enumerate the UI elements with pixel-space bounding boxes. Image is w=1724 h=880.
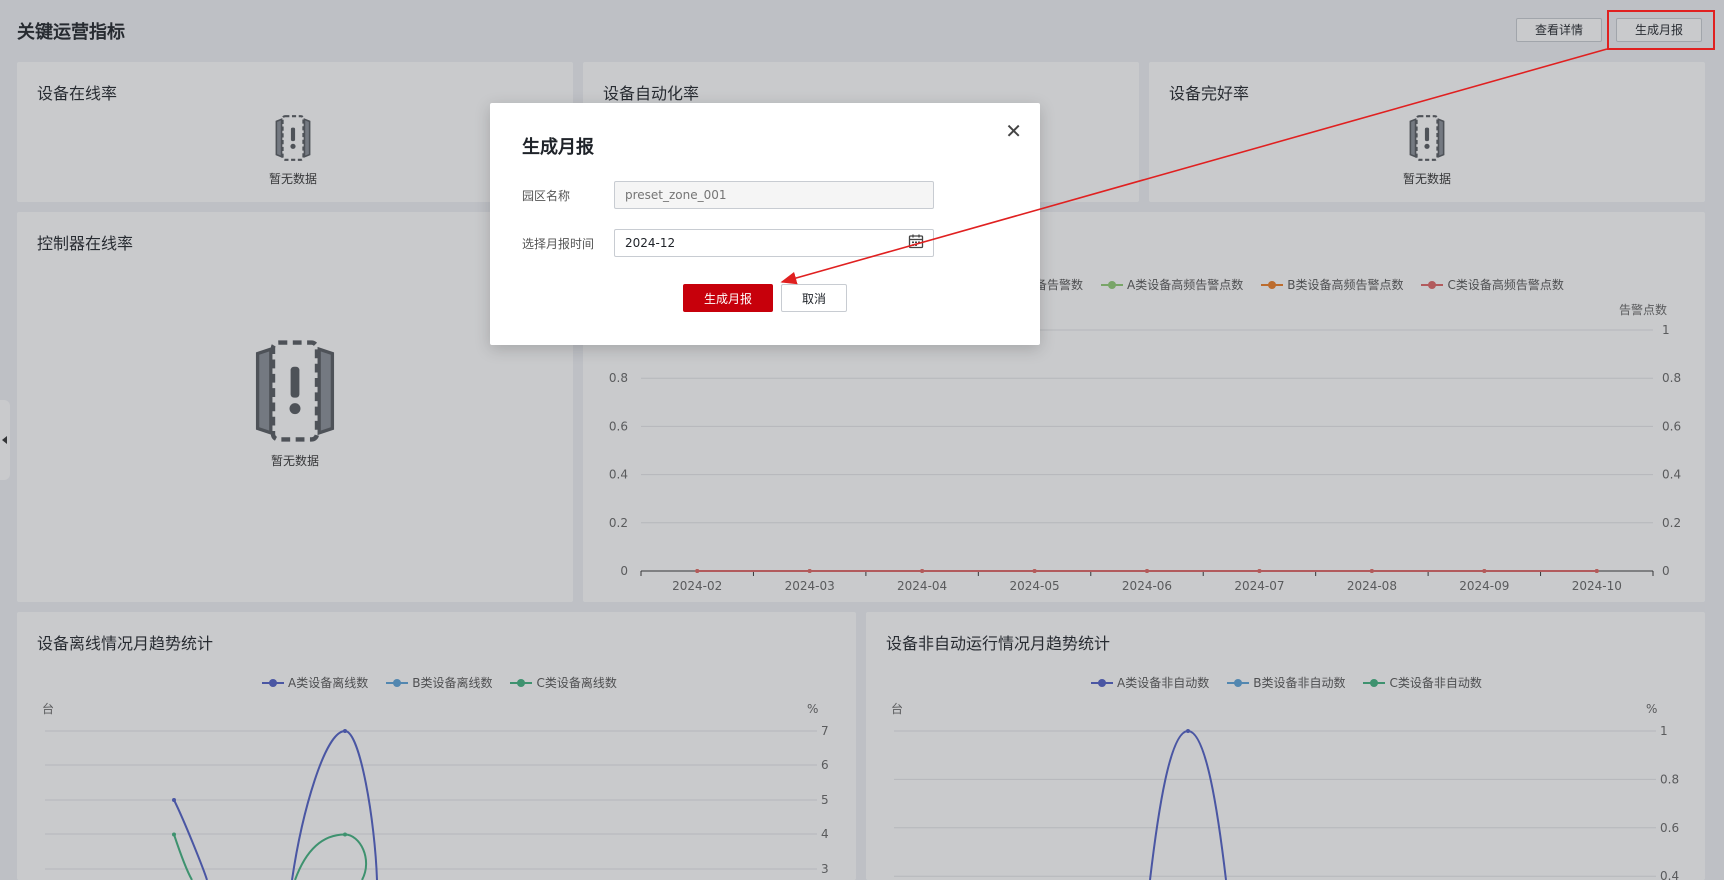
annotation-arrow [780, 48, 1608, 285]
